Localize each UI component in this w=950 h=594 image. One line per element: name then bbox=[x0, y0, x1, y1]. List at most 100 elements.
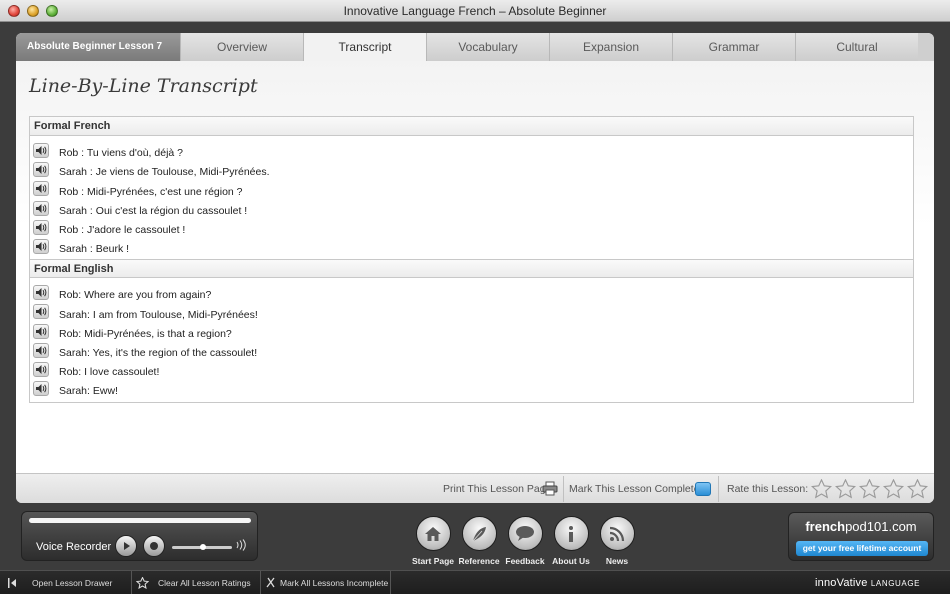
brand-main: innoVative bbox=[815, 577, 868, 589]
rate-label: Rate this Lesson: bbox=[727, 483, 809, 495]
status-bar: Open Lesson Drawer Clear All Lesson Rati… bbox=[0, 570, 950, 594]
transcript-line: Rob : Tu viens d'où, déjà ? bbox=[59, 147, 184, 160]
complete-checkbox[interactable] bbox=[695, 482, 711, 496]
lesson-action-bar: Print This Lesson Page Mark This Lesson … bbox=[16, 473, 934, 503]
rating-star-icon[interactable] bbox=[858, 478, 881, 502]
tab-transcript[interactable]: Transcript bbox=[303, 33, 426, 61]
list-item: Sarah: Eww! bbox=[30, 379, 913, 398]
play-audio-button[interactable] bbox=[33, 323, 49, 339]
transcript-line: Sarah : Beurk ! bbox=[59, 243, 130, 256]
free-account-button[interactable]: get your free lifetime account bbox=[796, 541, 928, 556]
promo-brand-rest: pod101.com bbox=[845, 519, 917, 534]
tab-cultural[interactable]: Cultural bbox=[795, 33, 918, 61]
transcript-line: Rob : Midi-Pyrénées, c'est une région ? bbox=[59, 185, 243, 198]
innovative-language-logo: innoVative LANGUAGE bbox=[815, 577, 920, 589]
play-icon bbox=[124, 542, 130, 550]
print-lesson-link[interactable]: Print This Lesson Page bbox=[443, 474, 551, 503]
play-audio-button[interactable] bbox=[33, 361, 49, 377]
window-title-bar: Innovative Language French – Absolute Be… bbox=[0, 0, 950, 22]
record-button[interactable] bbox=[143, 535, 165, 557]
volume-icon bbox=[236, 539, 246, 554]
nav-label: Reference bbox=[458, 556, 500, 566]
transcript-line: Sarah : Oui c'est la région du cassoulet… bbox=[59, 204, 248, 217]
play-audio-button[interactable] bbox=[33, 181, 49, 197]
info-icon bbox=[553, 516, 589, 551]
promo-brand-bold: french bbox=[805, 519, 846, 534]
list-item: Sarah : Je viens de Toulouse, Midi-Pyrén… bbox=[30, 160, 913, 179]
rss-icon bbox=[599, 516, 635, 551]
english-lines: Rob: Where are you from again? Sarah: I … bbox=[30, 278, 913, 401]
list-item: Sarah: Yes, it's the region of the casso… bbox=[30, 341, 913, 360]
start-page-button[interactable]: Start Page bbox=[410, 516, 456, 566]
play-audio-button[interactable] bbox=[33, 143, 49, 159]
feather-icon bbox=[461, 516, 497, 551]
nav-label: News bbox=[605, 556, 629, 566]
lesson-panel: Absolute Beginner Lesson 7 Overview Tran… bbox=[16, 33, 934, 503]
divider bbox=[563, 476, 564, 502]
tab-overview[interactable]: Overview bbox=[180, 33, 303, 61]
volume-slider-knob[interactable] bbox=[200, 544, 206, 550]
list-item: Sarah : Oui c'est la région du cassoulet… bbox=[30, 199, 913, 218]
brand-sub: LANGUAGE bbox=[870, 579, 921, 588]
page-title: Line-By-Line Transcript bbox=[29, 75, 258, 97]
list-item: Rob: Midi-Pyrénées, is that a region? bbox=[30, 322, 913, 341]
list-item: Rob: Where are you from again? bbox=[30, 283, 913, 302]
nav-label: Feedback bbox=[505, 556, 545, 566]
home-icon bbox=[415, 516, 451, 551]
transcript-line: Sarah: Eww! bbox=[59, 385, 118, 398]
list-item: Sarah: I am from Toulouse, Midi-Pyrénées… bbox=[30, 302, 913, 321]
about-us-button[interactable]: About Us bbox=[548, 516, 594, 566]
star-outline-icon[interactable] bbox=[135, 571, 150, 594]
transcript-content: Line-By-Line Transcript Formal French Ro… bbox=[16, 61, 934, 473]
promo-panel: frenchpod101.com get your free lifetime … bbox=[788, 512, 934, 561]
cross-icon[interactable] bbox=[266, 571, 275, 594]
transcript-line: Sarah : Je viens de Toulouse, Midi-Pyrén… bbox=[59, 166, 270, 179]
list-item: Rob : Tu viens d'où, déjà ? bbox=[30, 141, 913, 160]
tab-vocabulary[interactable]: Vocabulary bbox=[426, 33, 549, 61]
window-title: Innovative Language French – Absolute Be… bbox=[343, 4, 607, 18]
rating-star-icon[interactable] bbox=[810, 478, 833, 502]
transcript-line: Rob: Midi-Pyrénées, is that a region? bbox=[59, 327, 232, 340]
play-audio-button[interactable] bbox=[33, 239, 49, 255]
play-audio-button[interactable] bbox=[33, 219, 49, 235]
section-heading-english: Formal English bbox=[30, 259, 913, 279]
divider bbox=[390, 571, 391, 594]
feedback-button[interactable]: Feedback bbox=[502, 516, 548, 566]
transcript-line: Rob: Where are you from again? bbox=[59, 289, 212, 302]
tab-expansion[interactable]: Expansion bbox=[549, 33, 672, 61]
play-audio-button[interactable] bbox=[33, 162, 49, 178]
speech-bubble-icon bbox=[507, 516, 543, 551]
divider bbox=[718, 476, 719, 502]
mark-complete-link[interactable]: Mark This Lesson Complete bbox=[569, 474, 700, 503]
transcript-line: Rob : J'adore le cassoulet ! bbox=[59, 223, 186, 236]
mark-incomplete-button[interactable]: Mark All Lessons Incomplete bbox=[280, 571, 388, 594]
lesson-tabs: Absolute Beginner Lesson 7 Overview Tran… bbox=[16, 33, 934, 61]
play-button[interactable] bbox=[115, 535, 137, 557]
promo-brand[interactable]: frenchpod101.com bbox=[789, 519, 933, 534]
tab-grammar[interactable]: Grammar bbox=[672, 33, 795, 61]
lesson-label: Absolute Beginner Lesson 7 bbox=[16, 33, 180, 61]
transcript-line: Rob: I love cassoulet! bbox=[59, 366, 160, 379]
section-heading-french: Formal French bbox=[30, 117, 913, 136]
play-audio-button[interactable] bbox=[33, 304, 49, 320]
play-audio-button[interactable] bbox=[33, 200, 49, 216]
transcript-line: Sarah: I am from Toulouse, Midi-Pyrénées… bbox=[59, 308, 258, 321]
divider bbox=[131, 571, 132, 594]
rating-star-icon[interactable] bbox=[834, 478, 857, 502]
clear-ratings-button[interactable]: Clear All Lesson Ratings bbox=[158, 571, 251, 594]
list-item: Sarah : Beurk ! bbox=[30, 237, 913, 256]
divider bbox=[260, 571, 261, 594]
list-item: Rob : Midi-Pyrénées, c'est une région ? bbox=[30, 179, 913, 198]
play-audio-button[interactable] bbox=[33, 285, 49, 301]
rating-star-icon[interactable] bbox=[906, 478, 929, 502]
printer-icon[interactable] bbox=[542, 481, 558, 499]
rating-star-icon[interactable] bbox=[882, 478, 905, 502]
drawer-toggle-icon[interactable] bbox=[8, 571, 17, 594]
record-icon bbox=[150, 542, 158, 550]
reference-button[interactable]: Reference bbox=[456, 516, 502, 566]
play-audio-button[interactable] bbox=[33, 381, 49, 397]
news-button[interactable]: News bbox=[594, 516, 640, 566]
recorder-label: Voice Recorder bbox=[36, 541, 112, 553]
open-lesson-drawer-button[interactable]: Open Lesson Drawer bbox=[32, 571, 112, 594]
play-audio-button[interactable] bbox=[33, 342, 49, 358]
